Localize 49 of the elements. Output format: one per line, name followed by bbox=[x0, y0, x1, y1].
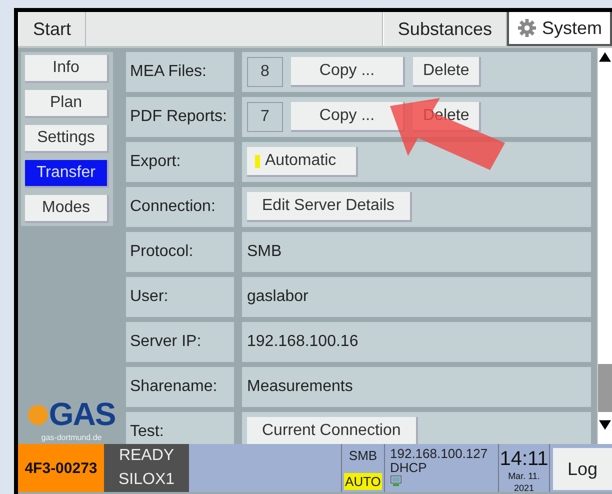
tab[interactable]: Substances bbox=[382, 12, 507, 46]
time-text: 14:11 bbox=[500, 448, 548, 470]
file-count: 8 bbox=[247, 57, 283, 87]
sidebar-button[interactable]: Modes bbox=[25, 195, 109, 223]
method-text: SILOX1 bbox=[118, 471, 175, 489]
scroll-thumb[interactable] bbox=[598, 364, 612, 412]
field-label: Sharename: bbox=[126, 367, 234, 407]
field-label: MEA Files: bbox=[126, 52, 234, 92]
action-button[interactable]: Current Connection bbox=[247, 417, 418, 444]
scrollbar[interactable] bbox=[597, 48, 612, 444]
value-text: Measurements bbox=[247, 378, 353, 396]
sidebar-button[interactable]: Info bbox=[25, 55, 109, 83]
copy-button[interactable]: Copy ... bbox=[291, 102, 405, 132]
action-button[interactable]: Edit Server Details bbox=[247, 192, 412, 222]
scroll-down-icon[interactable] bbox=[599, 420, 611, 430]
log-button[interactable]: Log bbox=[553, 448, 612, 490]
status-text: READY bbox=[118, 447, 174, 465]
protocol-text: SMB bbox=[348, 448, 378, 463]
value-text: SMB bbox=[247, 243, 282, 261]
logo-text: GAS bbox=[48, 396, 116, 433]
field-label: PDF Reports: bbox=[126, 97, 234, 137]
ip-text: 192.168.100.127 bbox=[390, 447, 489, 461]
ip-mode-text: DHCP bbox=[390, 461, 428, 475]
date-text: Mar. 11. bbox=[508, 470, 540, 482]
field-label: User: bbox=[126, 277, 234, 317]
device-id: 4F3-00273 bbox=[18, 444, 104, 492]
field-label: Server IP: bbox=[126, 322, 234, 362]
field-label: Connection: bbox=[126, 187, 234, 227]
value-text: gaslabor bbox=[247, 288, 308, 306]
field-label: Protocol: bbox=[126, 232, 234, 272]
ball-icon bbox=[28, 404, 48, 424]
gear-icon bbox=[516, 18, 537, 38]
year-text: 2021 bbox=[514, 482, 534, 494]
logo-url: gas-dortmund.de bbox=[41, 433, 102, 442]
export-toggle-button[interactable]: Automatic bbox=[247, 147, 358, 177]
sidebar-button[interactable]: Plan bbox=[25, 90, 109, 118]
copy-button[interactable]: Copy ... bbox=[291, 57, 405, 87]
mode-badge: AUTO bbox=[344, 473, 382, 490]
delete-button[interactable]: Delete bbox=[413, 57, 482, 87]
tab[interactable]: System bbox=[506, 12, 612, 46]
tab[interactable]: Start bbox=[18, 12, 86, 46]
value-text: 192.168.100.16 bbox=[247, 333, 358, 351]
field-label: Export: bbox=[126, 142, 234, 182]
file-count: 7 bbox=[247, 102, 283, 132]
scroll-up-icon[interactable] bbox=[599, 52, 611, 62]
sidebar-button[interactable]: Settings bbox=[25, 125, 109, 153]
sidebar-button[interactable]: Transfer bbox=[25, 160, 109, 188]
field-label: Test: bbox=[126, 412, 234, 444]
network-icon bbox=[390, 475, 402, 487]
